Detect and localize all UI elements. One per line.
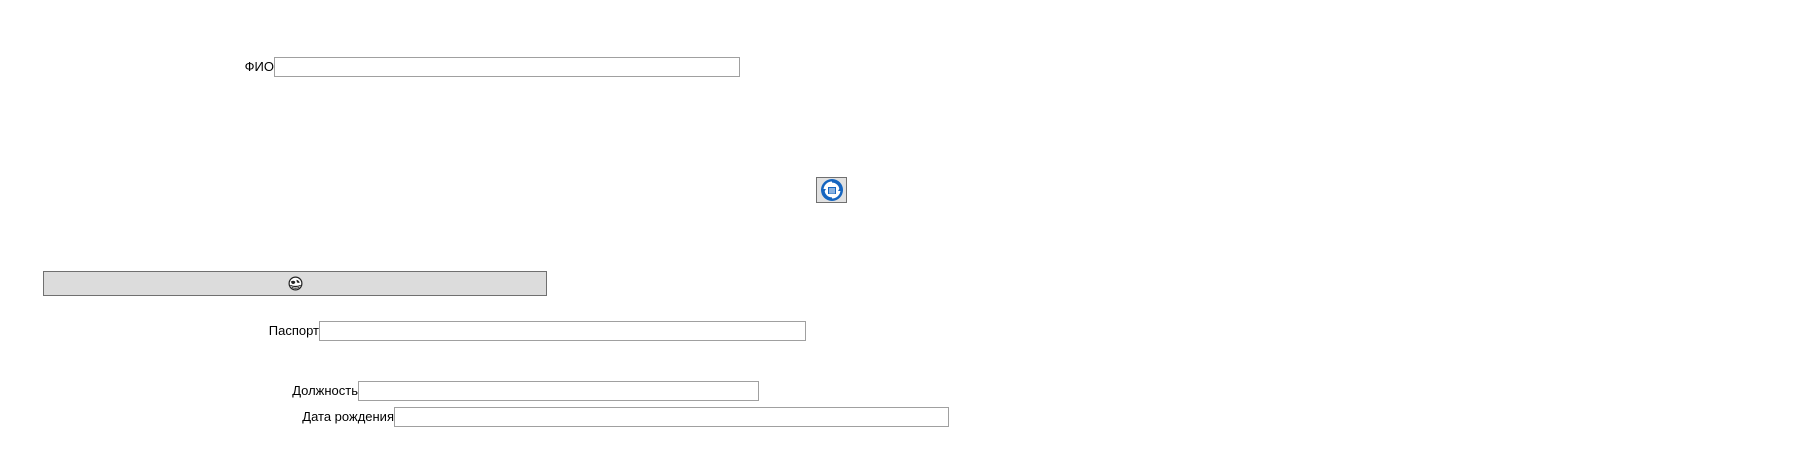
passport-input[interactable] bbox=[319, 321, 806, 341]
position-label: Должность bbox=[292, 383, 358, 398]
refresh-database-icon bbox=[820, 178, 844, 202]
refresh-database-button[interactable] bbox=[816, 177, 847, 203]
form-window: ФИО Паспорт Должность Дата рождения bbox=[0, 0, 1802, 462]
position-input[interactable] bbox=[358, 381, 759, 401]
birthdate-label: Дата рождения bbox=[302, 409, 394, 424]
wide-action-button[interactable] bbox=[43, 271, 547, 296]
fio-label: ФИО bbox=[244, 59, 274, 74]
globe-icon bbox=[288, 276, 303, 291]
birthdate-input[interactable] bbox=[394, 407, 949, 427]
passport-label: Паспорт bbox=[268, 323, 319, 338]
fio-input[interactable] bbox=[274, 57, 740, 77]
